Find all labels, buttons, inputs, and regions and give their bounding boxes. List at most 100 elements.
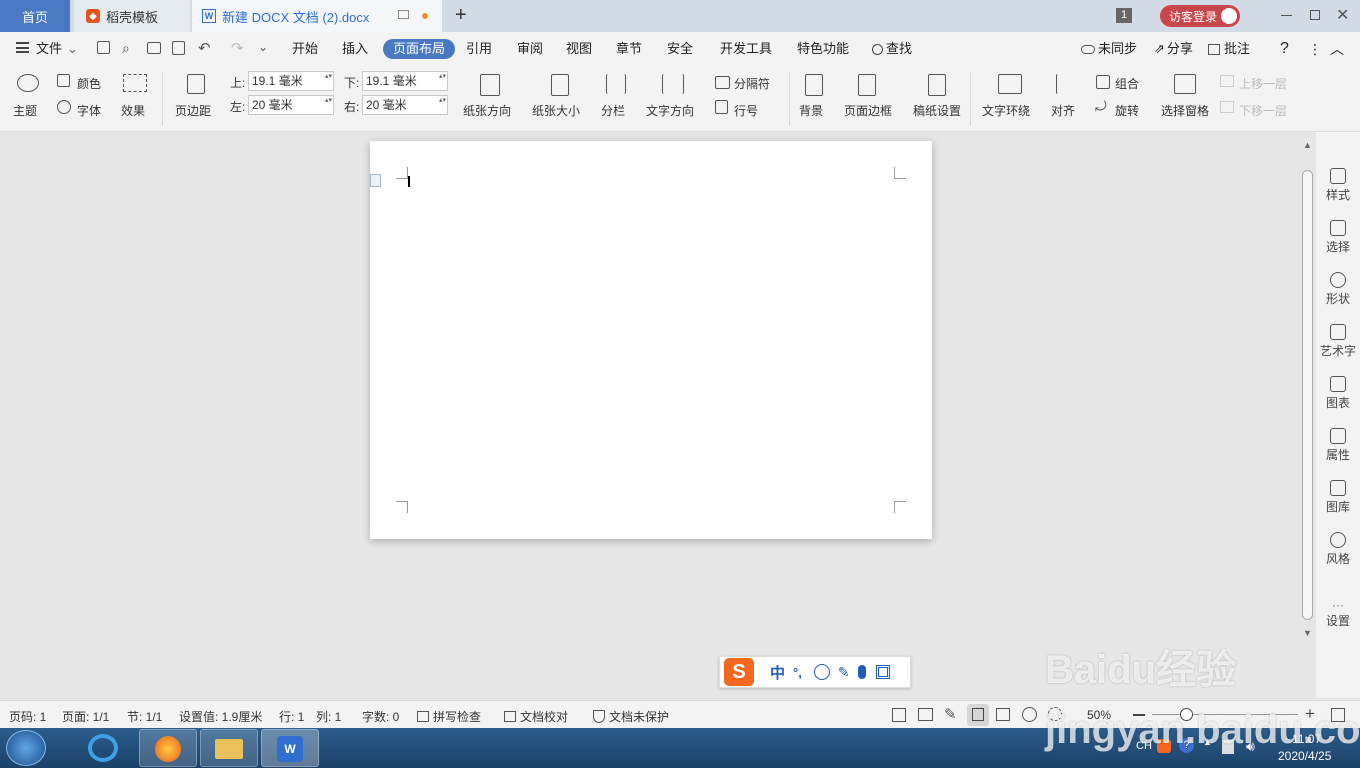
effect-icon[interactable]: [123, 74, 147, 92]
margins-button[interactable]: 页边距: [175, 102, 211, 119]
text-direction-button[interactable]: 文字方向: [646, 102, 694, 119]
rotate-icon[interactable]: ⤾: [1095, 98, 1107, 115]
ie-icon[interactable]: [88, 734, 118, 762]
draft-setup-icon[interactable]: [928, 74, 946, 96]
web-view-icon[interactable]: [1022, 707, 1037, 722]
page-border-button[interactable]: 页面边框: [844, 102, 892, 119]
sidebar-item-style[interactable]: 样式: [1316, 168, 1360, 203]
sidebar-item-gallery[interactable]: 图库: [1316, 480, 1360, 515]
redo-icon[interactable]: ↷: [231, 39, 244, 57]
fullscreen-icon[interactable]: [892, 708, 906, 722]
read-mode-icon[interactable]: [918, 708, 933, 721]
save-icon[interactable]: [97, 41, 110, 54]
new-tab-button[interactable]: +: [455, 4, 467, 27]
document-page[interactable]: [370, 141, 932, 539]
columns-icon[interactable]: [606, 74, 626, 94]
customize-toolbar-icon[interactable]: ⌄: [258, 40, 268, 54]
taskbar-explorer[interactable]: [200, 729, 258, 767]
outline-view-icon[interactable]: [996, 708, 1010, 721]
login-button[interactable]: 访客登录: [1160, 5, 1240, 27]
menu-security[interactable]: 安全: [667, 39, 693, 59]
status-word-count[interactable]: 字数: 0: [362, 708, 399, 725]
menu-review[interactable]: 审阅: [517, 39, 543, 59]
breaks-icon[interactable]: [715, 76, 730, 89]
breaks-button[interactable]: 分隔符: [734, 75, 770, 92]
proofread-button[interactable]: 文档校对: [504, 708, 568, 725]
top-margin-input[interactable]: 19.1 毫米: [248, 71, 334, 91]
line-numbers-icon[interactable]: [715, 100, 728, 114]
sidebar-item-chart[interactable]: 图表: [1316, 376, 1360, 411]
paper-size-icon[interactable]: [551, 74, 569, 96]
menu-start[interactable]: 开始: [292, 39, 318, 59]
comment-button[interactable]: 批注: [1208, 39, 1250, 59]
color-button[interactable]: 颜色: [77, 75, 101, 92]
monitor-icon[interactable]: [398, 10, 409, 19]
restore-icon[interactable]: [1310, 10, 1320, 20]
left-margin-input[interactable]: 20 毫米: [248, 95, 334, 115]
microphone-icon[interactable]: [857, 665, 866, 679]
sidebar-item-settings[interactable]: ··· 设置: [1316, 598, 1360, 629]
menu-chapter[interactable]: 章节: [616, 39, 642, 59]
selection-pane-button[interactable]: 选择窗格: [1161, 102, 1209, 119]
group-icon[interactable]: [1096, 75, 1110, 89]
tab-document[interactable]: W 新建 DOCX 文档 (2).docx: [192, 0, 442, 32]
margins-icon[interactable]: [187, 74, 205, 94]
paragraph-handle-icon[interactable]: [370, 174, 381, 187]
edit-mode-icon[interactable]: ✎: [944, 705, 957, 723]
draft-setup-button[interactable]: 稿纸设置: [913, 102, 961, 119]
background-icon[interactable]: [805, 74, 823, 96]
columns-button[interactable]: 分栏: [601, 102, 625, 119]
start-button[interactable]: [6, 730, 46, 766]
scroll-thumb[interactable]: [1302, 170, 1313, 620]
vertical-scrollbar[interactable]: ▲ ▼: [1301, 140, 1315, 696]
help-icon[interactable]: ?: [1280, 39, 1289, 59]
page-border-icon[interactable]: [858, 74, 876, 96]
format-painter-icon[interactable]: ⌕: [122, 40, 130, 57]
text-direction-icon[interactable]: [662, 74, 684, 94]
close-icon[interactable]: ✕: [1336, 5, 1349, 25]
ime-punctuation[interactable]: °,: [793, 665, 802, 680]
selection-pane-icon[interactable]: [1174, 74, 1196, 94]
spell-check-button[interactable]: 拼写检查: [417, 708, 481, 725]
text-wrap-button[interactable]: 文字环绕: [982, 102, 1030, 119]
scroll-up-icon[interactable]: ▲: [1303, 140, 1312, 150]
theme-palette-icon[interactable]: [17, 74, 39, 92]
sogou-logo-icon[interactable]: S: [724, 658, 754, 686]
sidebar-item-properties[interactable]: 属性: [1316, 428, 1360, 463]
toolbox-icon[interactable]: [875, 665, 890, 679]
menu-insert[interactable]: 插入: [342, 39, 368, 59]
menu-special[interactable]: 特色功能: [797, 39, 849, 59]
ime-mode-zh[interactable]: 中: [770, 662, 785, 683]
align-button[interactable]: 对齐: [1051, 102, 1075, 119]
menu-page-layout[interactable]: 页面布局: [383, 39, 456, 59]
menu-file[interactable]: 文件: [36, 39, 62, 59]
font-icon[interactable]: [57, 100, 71, 114]
collapse-ribbon-icon[interactable]: ︿: [1330, 39, 1344, 59]
menu-references[interactable]: 引用: [466, 39, 492, 59]
hamburger-icon[interactable]: [16, 42, 29, 53]
effect-button[interactable]: 效果: [121, 102, 145, 119]
minimize-icon[interactable]: [1281, 15, 1292, 16]
rotate-button[interactable]: 旋转: [1115, 102, 1139, 119]
tab-template[interactable]: ◆ 稻壳模板: [74, 0, 190, 32]
share-button[interactable]: ⇗ 分享: [1154, 39, 1193, 59]
taskbar-wps[interactable]: W: [261, 729, 319, 767]
orientation-icon[interactable]: [480, 74, 500, 96]
paper-size-button[interactable]: 纸张大小: [532, 102, 580, 119]
group-button[interactable]: 组合: [1115, 75, 1139, 92]
window-count-badge[interactable]: 1: [1116, 8, 1132, 23]
sidebar-item-style-theme[interactable]: 风格: [1316, 532, 1360, 567]
undo-icon[interactable]: ↶: [198, 39, 211, 57]
menu-view[interactable]: 视图: [566, 39, 592, 59]
chevron-down-icon[interactable]: ⌄: [67, 39, 78, 59]
orientation-button[interactable]: 纸张方向: [463, 102, 511, 119]
search-button[interactable]: 查找: [872, 39, 912, 59]
right-margin-input[interactable]: 20 毫米: [362, 95, 448, 115]
font-button[interactable]: 字体: [77, 102, 101, 119]
color-icon[interactable]: [57, 74, 70, 87]
sidebar-item-select[interactable]: 选择: [1316, 220, 1360, 255]
sync-button[interactable]: 未同步: [1081, 39, 1137, 59]
menu-developer[interactable]: 开发工具: [720, 39, 772, 59]
sidebar-item-wordart[interactable]: 艺术字: [1316, 324, 1360, 359]
background-button[interactable]: 背景: [799, 102, 823, 119]
